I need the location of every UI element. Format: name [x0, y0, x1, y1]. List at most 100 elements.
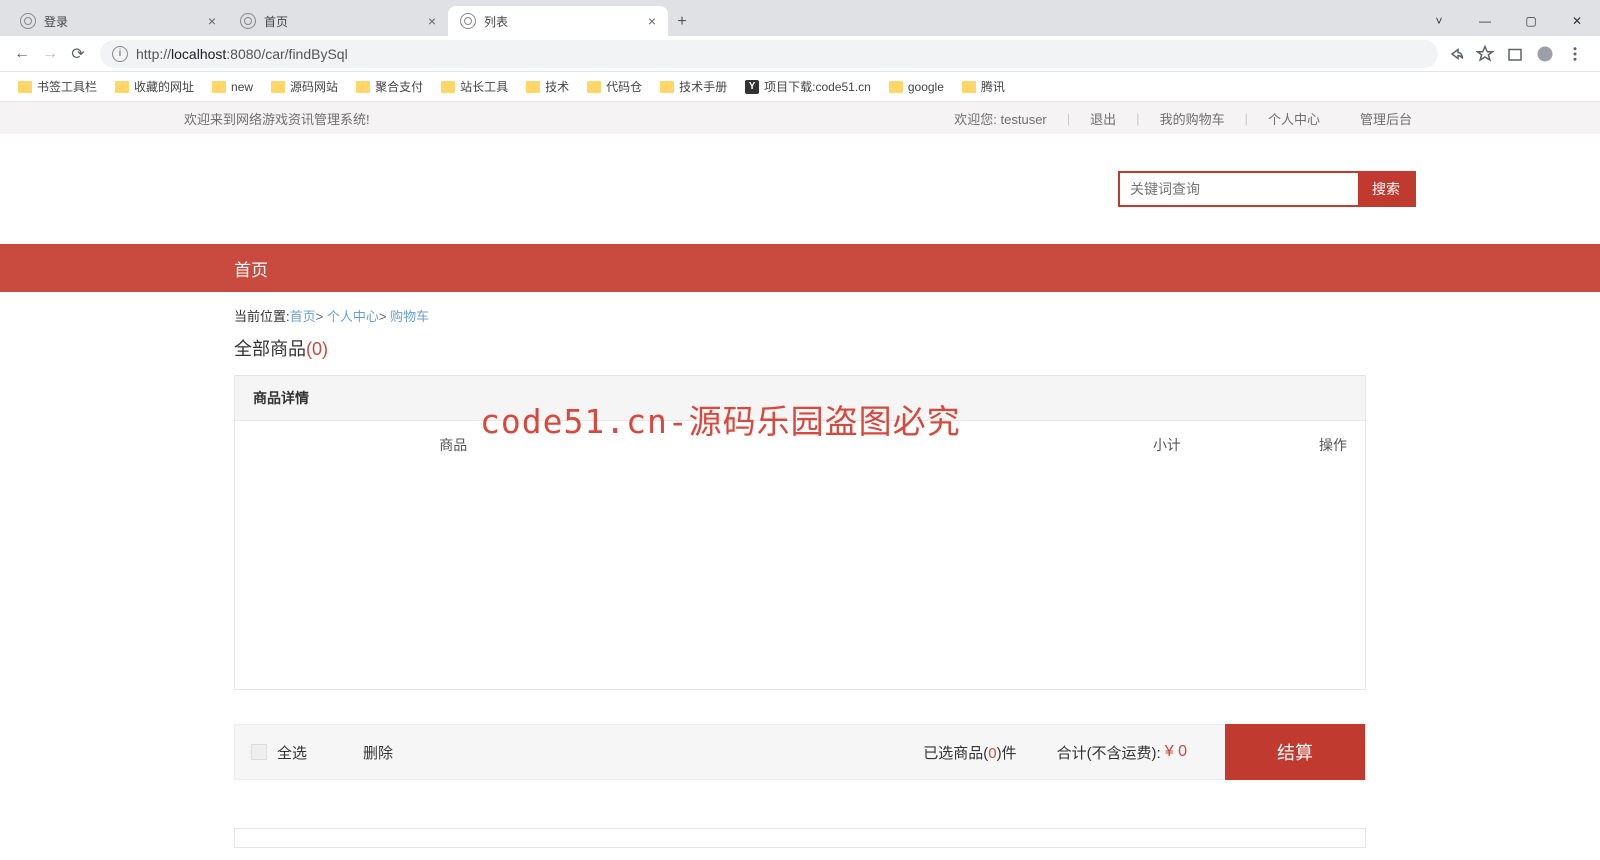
cart-footer: 全选 删除 已选商品(0)件 合计(不含运费): ¥ 0 结算 — [234, 724, 1366, 780]
divider: | — [1120, 111, 1155, 126]
username: testuser — [1001, 112, 1047, 127]
breadcrumb-label: 当前位置: — [234, 309, 290, 324]
url-path: :8080/car/findBySql — [226, 46, 347, 62]
bookmark-item[interactable]: 聚合支付 — [350, 76, 429, 97]
folder-icon — [115, 81, 129, 93]
breadcrumb-profile[interactable]: 个人中心 — [327, 309, 379, 324]
bookmark-item[interactable]: 代码仓 — [581, 76, 648, 97]
new-tab-button[interactable]: + — [668, 8, 696, 36]
divider: | — [1051, 111, 1086, 126]
delete-button[interactable]: 删除 — [363, 742, 393, 763]
bookmark-item[interactable]: 站长工具 — [435, 76, 514, 97]
link-icon: Y — [745, 80, 759, 94]
folder-icon — [212, 81, 226, 93]
greet-label: 欢迎您: testuser — [950, 109, 1051, 128]
tab-title: 列表 — [484, 13, 508, 30]
total-label: 合计(不含运费): — [1057, 742, 1161, 763]
bookmark-item[interactable]: 腾讯 — [956, 76, 1011, 97]
selected-info: 已选商品(0)件 — [923, 742, 1016, 763]
folder-icon — [356, 81, 370, 93]
admin-link[interactable]: 管理后台 — [1356, 109, 1416, 128]
checkout-button[interactable]: 结算 — [1225, 724, 1365, 780]
logout-link[interactable]: 退出 — [1086, 109, 1120, 128]
site-top-bar: 欢迎来到网络游戏资讯管理系统! 欢迎您: testuser | 退出 | 我的购… — [0, 102, 1600, 134]
col-product: 商品 — [253, 435, 653, 455]
col-operation: 操作 — [1181, 435, 1347, 455]
welcome-text: 欢迎来到网络游戏资讯管理系统! — [184, 109, 370, 128]
folder-icon — [660, 81, 674, 93]
bookmark-item[interactable]: 书签工具栏 — [12, 76, 103, 97]
bookmark-item[interactable]: 源码网站 — [265, 76, 344, 97]
profile-link[interactable]: 个人中心 — [1264, 109, 1324, 128]
bookmarks-bar: 书签工具栏 收藏的网址 new 源码网站 聚合支付 站长工具 技术 代码仓 技术… — [0, 72, 1600, 102]
url-prefix: http:// — [136, 46, 171, 62]
folder-icon — [587, 81, 601, 93]
tab-home[interactable]: 首页 × — [228, 6, 448, 36]
close-icon[interactable]: × — [428, 13, 436, 29]
reload-button[interactable]: ⟳ — [64, 40, 92, 68]
maximize-icon[interactable]: ▢ — [1508, 6, 1554, 36]
divider: | — [1229, 111, 1264, 126]
cart-details-header: 商品详情 — [235, 376, 1365, 421]
menu-icon[interactable] — [1566, 45, 1584, 63]
my-cart-link[interactable]: 我的购物车 — [1156, 109, 1229, 128]
select-all-label[interactable]: 全选 — [277, 742, 307, 763]
page-content: 当前位置:首页> 个人中心> 购物车 全部商品(0) 商品详情 商品 小计 操作… — [234, 292, 1366, 848]
forward-button[interactable]: → — [36, 40, 64, 68]
cart-table: 商品详情 商品 小计 操作 — [234, 375, 1366, 690]
folder-icon — [18, 81, 32, 93]
close-icon[interactable]: × — [648, 13, 656, 29]
select-all-checkbox[interactable] — [251, 744, 267, 760]
bookmark-item[interactable]: new — [206, 78, 259, 96]
all-goods-title: 全部商品(0) — [234, 335, 1366, 375]
breadcrumb: 当前位置:首页> 个人中心> 购物车 — [234, 292, 1366, 335]
address-bar: ← → ⟳ i http://localhost:8080/car/findBy… — [0, 36, 1600, 72]
folder-icon — [271, 81, 285, 93]
col-subtotal: 小计 — [956, 435, 1181, 455]
globe-icon — [20, 13, 36, 29]
back-button[interactable]: ← — [8, 40, 36, 68]
col-quantity — [653, 435, 956, 455]
profile-avatar-icon[interactable] — [1536, 45, 1554, 63]
info-icon[interactable]: i — [112, 46, 128, 62]
minimize-icon[interactable]: — — [1462, 6, 1508, 36]
folder-icon — [526, 81, 540, 93]
cart-body-empty — [235, 469, 1365, 689]
close-icon[interactable]: × — [208, 13, 216, 29]
close-window-icon[interactable]: ✕ — [1554, 6, 1600, 36]
chevron-down-icon[interactable]: ˅ — [1416, 6, 1462, 36]
search-row: 搜索 — [0, 134, 1600, 244]
bookmark-item[interactable]: 技术手册 — [654, 76, 733, 97]
total-amount: ¥ 0 — [1165, 743, 1187, 761]
main-nav: 首页 — [0, 244, 1600, 292]
tab-list[interactable]: 列表 × — [448, 6, 668, 36]
goods-count: 0 — [312, 339, 322, 359]
url-host: localhost — [171, 46, 226, 62]
url-input[interactable]: i http://localhost:8080/car/findBySql — [100, 40, 1438, 68]
star-icon[interactable] — [1476, 45, 1494, 63]
tab-title: 首页 — [264, 13, 288, 30]
share-icon[interactable] — [1446, 45, 1464, 63]
folder-icon — [889, 81, 903, 93]
bookmark-item[interactable]: 技术 — [520, 76, 575, 97]
search-box: 搜索 — [1118, 171, 1416, 207]
bookmark-item[interactable]: 收藏的网址 — [109, 76, 200, 97]
page-footer-box — [234, 828, 1366, 848]
globe-icon — [240, 13, 256, 29]
extension-icon[interactable] — [1506, 45, 1524, 63]
nav-home-link[interactable]: 首页 — [234, 256, 268, 281]
browser-chrome: 登录 × 首页 × 列表 × + ˅ — ▢ ✕ ← → ⟳ i http://… — [0, 0, 1600, 102]
globe-icon — [460, 13, 476, 29]
folder-icon — [441, 81, 455, 93]
selected-count: 0 — [988, 745, 996, 762]
tab-login[interactable]: 登录 × — [8, 6, 228, 36]
search-input[interactable] — [1120, 173, 1358, 205]
tab-strip: 登录 × 首页 × 列表 × + ˅ — ▢ ✕ — [0, 0, 1600, 36]
breadcrumb-cart[interactable]: 购物车 — [390, 309, 429, 324]
folder-icon — [962, 81, 976, 93]
bookmark-item[interactable]: google — [883, 78, 950, 96]
search-button[interactable]: 搜索 — [1358, 173, 1414, 205]
window-controls: ˅ — ▢ ✕ — [1416, 6, 1600, 36]
bookmark-item[interactable]: Y项目下载:code51.cn — [739, 76, 877, 97]
breadcrumb-home[interactable]: 首页 — [290, 309, 316, 324]
